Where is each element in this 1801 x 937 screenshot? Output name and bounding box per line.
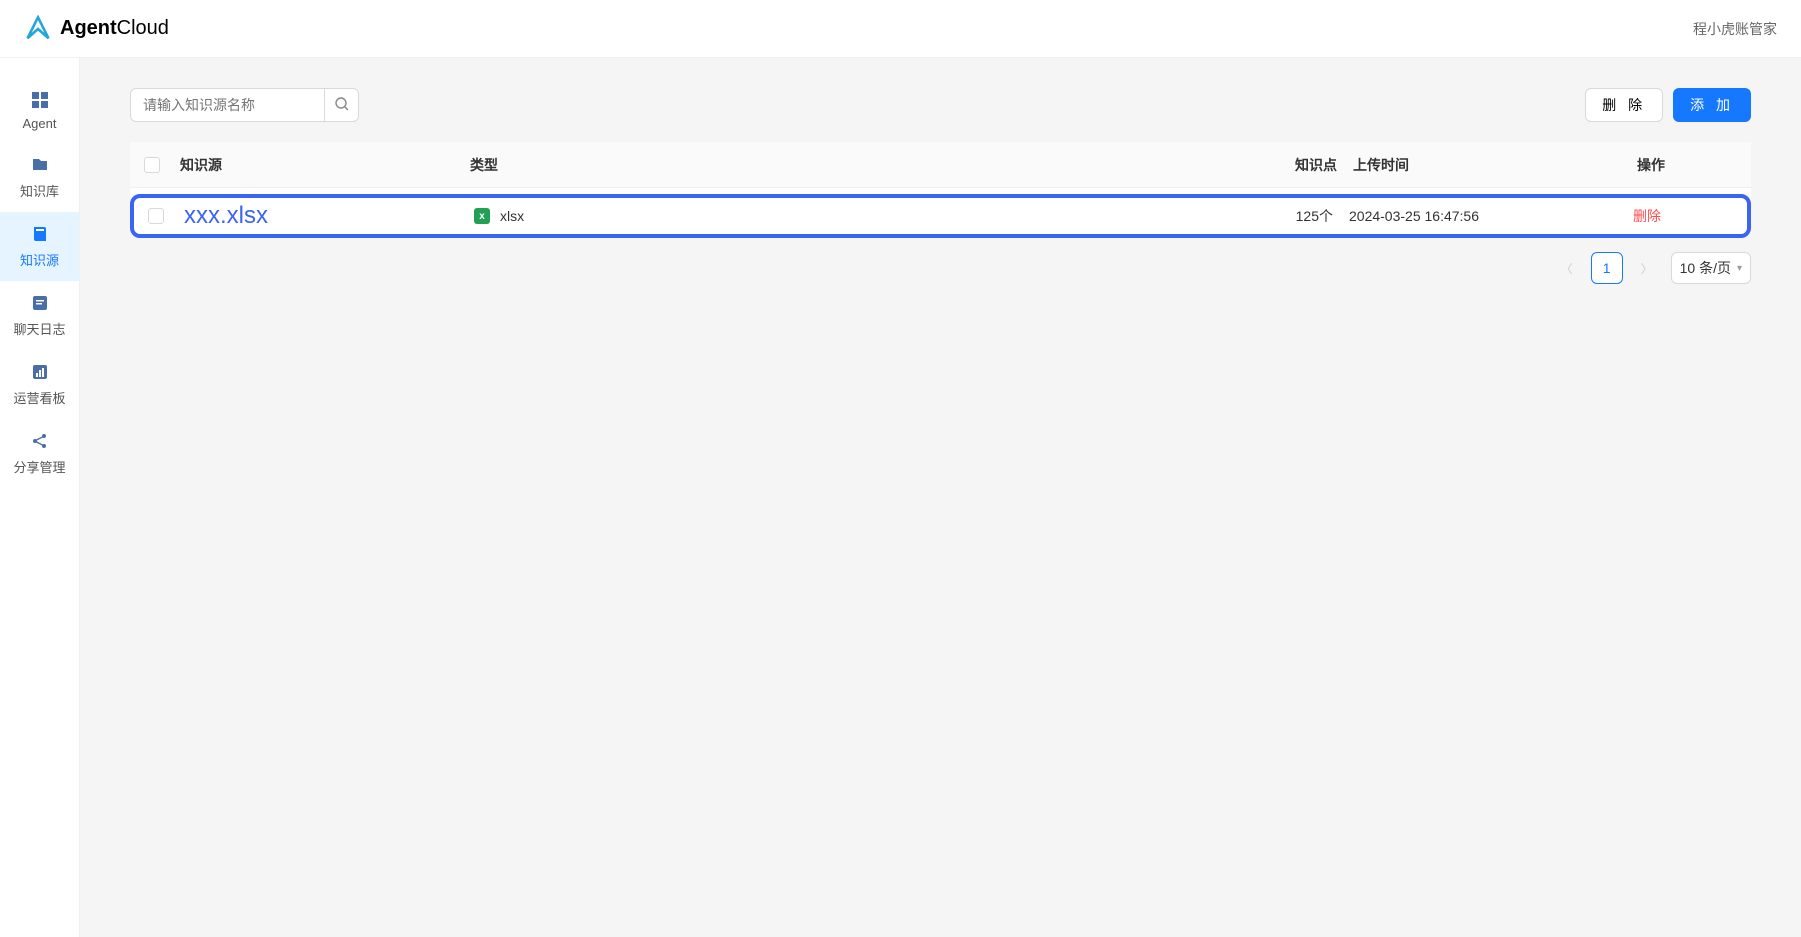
- delete-button[interactable]: 删 除: [1585, 88, 1663, 122]
- content: 删 除 添 加 知识源 类型 知识点 上传时间 操作 xxx.xlsx x xl…: [80, 58, 1801, 937]
- row-delete-action[interactable]: 删除: [1633, 206, 1733, 226]
- page-size-label: 10 条/页: [1680, 258, 1731, 278]
- sidebar-item-label: 知识源: [20, 250, 59, 269]
- sidebar-item-share[interactable]: 分享管理: [0, 419, 79, 488]
- page-number-1[interactable]: 1: [1591, 252, 1623, 284]
- search-group: [130, 88, 359, 122]
- header-type: 类型: [470, 155, 1277, 175]
- search-icon: [334, 96, 350, 115]
- search-button[interactable]: [325, 88, 359, 122]
- sidebar-item-knowledge-base[interactable]: 知识库: [0, 143, 79, 212]
- sidebar-item-agent[interactable]: Agent: [0, 78, 79, 143]
- sidebar-item-label: 运营看板: [13, 388, 65, 407]
- next-page-button[interactable]: 〉: [1631, 252, 1663, 284]
- row-points: 125个: [1273, 206, 1333, 226]
- row-file-name[interactable]: xxx.xlsx: [184, 202, 474, 230]
- logo[interactable]: AgentCloud: [24, 15, 169, 43]
- dashboard-icon: [30, 362, 50, 382]
- row-checkbox[interactable]: [148, 208, 164, 224]
- sidebar-item-chat-log[interactable]: 聊天日志: [0, 281, 79, 350]
- add-button[interactable]: 添 加: [1673, 88, 1751, 122]
- select-all-checkbox[interactable]: [144, 157, 160, 173]
- user-name[interactable]: 程小虎账管家: [1693, 19, 1777, 39]
- header-name: 知识源: [180, 155, 470, 175]
- logo-text: AgentCloud: [60, 17, 169, 40]
- sidebar-item-label: 聊天日志: [13, 319, 65, 338]
- chevron-right-icon: 〉: [1641, 260, 1653, 277]
- book-icon: [30, 224, 50, 244]
- prev-page-button[interactable]: 〈: [1551, 252, 1583, 284]
- search-input[interactable]: [130, 88, 325, 122]
- table: 知识源 类型 知识点 上传时间 操作 xxx.xlsx x xlsx 125个 …: [130, 142, 1751, 238]
- row-type-text: xlsx: [500, 208, 524, 224]
- sidebar-item-dashboard[interactable]: 运营看板: [0, 350, 79, 419]
- table-header: 知识源 类型 知识点 上传时间 操作: [130, 142, 1751, 188]
- toolbar: 删 除 添 加: [130, 88, 1751, 122]
- header-upload-time: 上传时间: [1337, 155, 1637, 175]
- logo-icon: [24, 15, 52, 43]
- xlsx-icon: x: [474, 208, 490, 224]
- chevron-left-icon: 〈: [1561, 260, 1573, 277]
- sidebar-item-knowledge-source[interactable]: 知识源: [0, 212, 79, 281]
- grid-icon: [30, 90, 50, 110]
- header-points: 知识点: [1277, 155, 1337, 175]
- sidebar-item-label: Agent: [23, 116, 57, 131]
- button-group: 删 除 添 加: [1585, 88, 1751, 122]
- header-action: 操作: [1637, 155, 1737, 175]
- folder-icon: [30, 155, 50, 175]
- logo-text-bold: Agent: [60, 17, 117, 39]
- pagination: 〈 1 〉 10 条/页 ▾: [130, 252, 1751, 284]
- row-type: x xlsx: [474, 208, 1273, 224]
- share-icon: [30, 431, 50, 451]
- logo-text-light: Cloud: [117, 17, 169, 39]
- row-upload-time: 2024-03-25 16:47:56: [1333, 208, 1633, 224]
- chat-log-icon: [30, 293, 50, 313]
- header: AgentCloud 程小虎账管家: [0, 0, 1801, 58]
- sidebar-item-label: 知识库: [20, 181, 59, 200]
- chevron-down-icon: ▾: [1737, 263, 1742, 274]
- page-size-select[interactable]: 10 条/页 ▾: [1671, 252, 1751, 284]
- sidebar-item-label: 分享管理: [13, 457, 65, 476]
- sidebar: Agent 知识库 知识源 聊天日志 运营看板: [0, 58, 80, 937]
- table-row[interactable]: xxx.xlsx x xlsx 125个 2024-03-25 16:47:56…: [130, 194, 1751, 238]
